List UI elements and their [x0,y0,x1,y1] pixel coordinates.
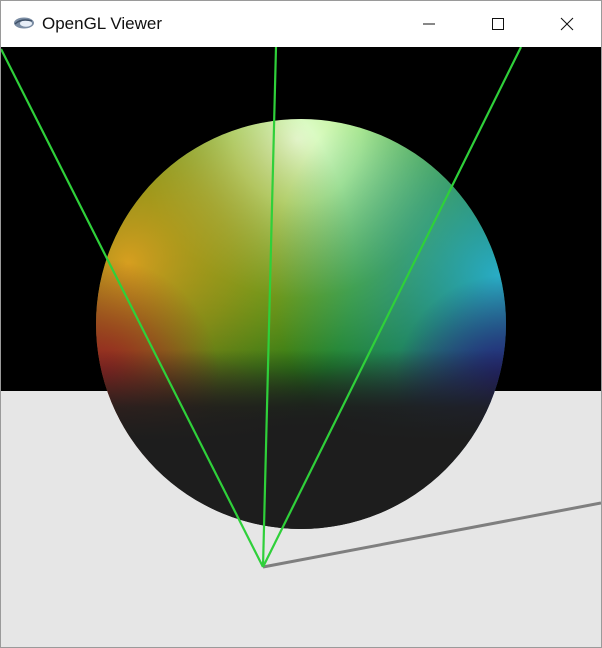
window-title: OpenGL Viewer [42,14,163,33]
opengl-viewport[interactable] [1,47,601,647]
maximize-icon [491,17,505,31]
opengl-app-icon [13,15,35,31]
close-icon [560,17,574,31]
window-controls [394,1,601,47]
close-button[interactable] [532,1,601,47]
maximize-button[interactable] [463,1,532,47]
minimize-icon [422,17,436,31]
title-bar[interactable]: OpenGL Viewer [1,1,601,47]
shaded-sphere [96,119,506,529]
opengl-viewer-window: OpenGL Viewer [0,0,602,648]
minimize-button[interactable] [394,1,463,47]
scene-canvas [1,47,601,647]
